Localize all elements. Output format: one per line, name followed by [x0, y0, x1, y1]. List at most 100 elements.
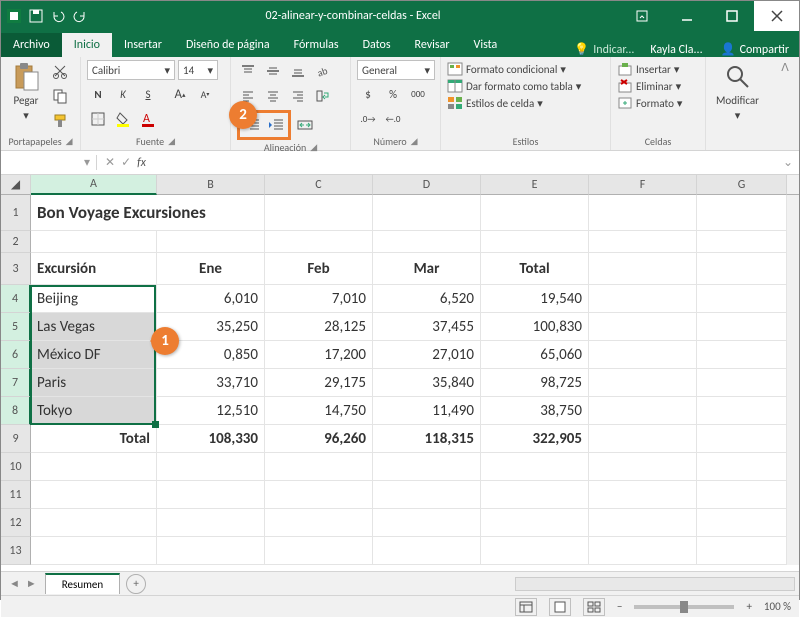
bold-button[interactable]: N [87, 83, 109, 105]
borders-icon[interactable] [87, 108, 109, 130]
dialog-launcher-icon[interactable]: ◢ [168, 136, 175, 147]
insert-cells-button[interactable]: Insertar ▾ [617, 62, 679, 76]
cell[interactable] [589, 195, 697, 231]
row-header[interactable]: 1 [1, 195, 31, 231]
close-icon[interactable] [754, 1, 799, 31]
row-header[interactable]: 8 [1, 397, 31, 425]
grow-font-icon[interactable]: A▴ [169, 83, 191, 105]
cell[interactable] [265, 195, 373, 231]
tab-page-layout[interactable]: Diseño de página [174, 33, 282, 57]
tab-insert[interactable]: Insertar [112, 33, 174, 57]
cell[interactable]: Total [31, 425, 157, 453]
cancel-formula-icon[interactable]: ✕ [105, 155, 115, 170]
cell[interactable] [481, 195, 589, 231]
zoom-slider[interactable] [634, 605, 734, 609]
qat-undo-icon[interactable] [51, 9, 65, 23]
col-header[interactable]: A [31, 175, 157, 195]
ribbon-options-icon[interactable] [619, 1, 664, 31]
row-header[interactable]: 11 [1, 481, 31, 509]
cell[interactable]: Beijing [31, 285, 157, 313]
align-center-icon[interactable] [262, 85, 284, 107]
format-painter-icon[interactable] [49, 110, 71, 132]
dialog-launcher-icon[interactable]: ◢ [411, 136, 418, 147]
qat-save-icon[interactable] [29, 9, 43, 23]
row-header[interactable]: 5 [1, 313, 31, 341]
cell[interactable]: México DF [31, 341, 157, 369]
worksheet-grid[interactable]: ◢ A B C D E F G 1 Bon Voyage Excursiones… [1, 175, 799, 571]
row-header[interactable]: 12 [1, 509, 31, 537]
cell[interactable] [31, 231, 157, 253]
font-size-select[interactable]: 14▾ [178, 60, 218, 80]
conditional-format-button[interactable]: Formato condicional ▾ [447, 62, 566, 76]
align-top-icon[interactable] [237, 60, 259, 82]
sheet-nav-prev-icon[interactable]: ◄ [9, 577, 20, 590]
wrap-text-icon[interactable] [312, 85, 334, 107]
shrink-font-icon[interactable]: A▾ [194, 83, 216, 105]
horizontal-scrollbar[interactable] [515, 577, 795, 591]
tab-formulas[interactable]: Fórmulas [282, 33, 351, 57]
name-box[interactable]: ▾ [1, 155, 97, 170]
increase-indent-icon[interactable] [265, 114, 287, 136]
comma-icon[interactable]: 000 [407, 83, 429, 105]
maximize-icon[interactable] [709, 1, 754, 31]
cell[interactable]: Tokyo [31, 397, 157, 425]
row-header[interactable]: 2 [1, 231, 31, 253]
tab-home[interactable]: Inicio [62, 33, 112, 57]
col-header[interactable]: D [373, 175, 481, 195]
normal-view-icon[interactable] [515, 598, 537, 616]
tab-view[interactable]: Vista [462, 33, 510, 57]
format-as-table-button[interactable]: Dar formato como tabla ▾ [447, 79, 581, 93]
zoom-in-icon[interactable]: + [746, 600, 751, 613]
dialog-launcher-icon[interactable]: ◢ [66, 136, 73, 147]
page-layout-view-icon[interactable] [549, 598, 571, 616]
col-header[interactable]: B [157, 175, 265, 195]
cell[interactable]: Bon Voyage Excursiones [31, 195, 265, 231]
increase-decimal-icon[interactable]: .0→ [357, 108, 379, 130]
cut-icon[interactable] [49, 60, 71, 82]
fx-icon[interactable]: fx [137, 156, 146, 170]
enter-formula-icon[interactable]: ✓ [121, 155, 131, 170]
align-right-icon[interactable] [287, 85, 309, 107]
currency-icon[interactable]: $ [357, 83, 379, 105]
fill-color-icon[interactable] [112, 108, 134, 130]
cell[interactable]: Excursión [31, 253, 157, 285]
paste-button[interactable]: Pegar ▾ [7, 60, 45, 124]
page-break-view-icon[interactable] [583, 598, 605, 616]
add-sheet-icon[interactable]: + [126, 574, 146, 594]
col-header[interactable]: G [697, 175, 787, 195]
cell[interactable]: Paris [31, 369, 157, 397]
select-all-cell[interactable]: ◢ [1, 175, 31, 195]
tell-me[interactable]: 💡Indicar... [566, 42, 642, 57]
percent-icon[interactable]: % [382, 83, 404, 105]
dialog-launcher-icon[interactable]: ◢ [310, 142, 317, 153]
row-header[interactable]: 13 [1, 537, 31, 565]
cell[interactable] [697, 195, 787, 231]
collapse-ribbon-icon[interactable]: ᐱ [781, 61, 789, 74]
editing-button[interactable]: Modificar ▾ [712, 60, 763, 124]
font-color-icon[interactable]: A [137, 108, 159, 130]
expand-formula-icon[interactable]: ⌄ [777, 155, 799, 170]
align-middle-icon[interactable] [262, 60, 284, 82]
italic-button[interactable]: K [112, 83, 134, 105]
col-header[interactable]: F [589, 175, 697, 195]
user-name[interactable]: Kayla Cla... [642, 43, 710, 57]
selection-handle[interactable] [152, 421, 159, 428]
decrease-decimal-icon[interactable]: ←.0 [382, 108, 404, 130]
tab-review[interactable]: Revisar [403, 33, 462, 57]
merge-cells-icon[interactable] [294, 114, 316, 136]
tab-file[interactable]: Archivo [1, 33, 62, 57]
copy-icon[interactable] [49, 85, 71, 107]
cell[interactable] [373, 195, 481, 231]
font-name-select[interactable]: Calibri▾ [87, 60, 175, 80]
cell-styles-button[interactable]: Estilos de celda ▾ [447, 96, 543, 110]
sheet-tab[interactable]: Resumen [45, 573, 120, 594]
underline-button[interactable]: S [137, 83, 159, 105]
format-cells-button[interactable]: Formato ▾ [617, 96, 682, 110]
zoom-level[interactable]: 100 % [764, 600, 791, 613]
tab-data[interactable]: Datos [351, 33, 403, 57]
qat-redo-icon[interactable] [73, 9, 87, 23]
row-header[interactable]: 3 [1, 253, 31, 285]
row-header[interactable]: 6 [1, 341, 31, 369]
align-bottom-icon[interactable] [287, 60, 309, 82]
number-format-select[interactable]: General▾ [357, 60, 435, 80]
